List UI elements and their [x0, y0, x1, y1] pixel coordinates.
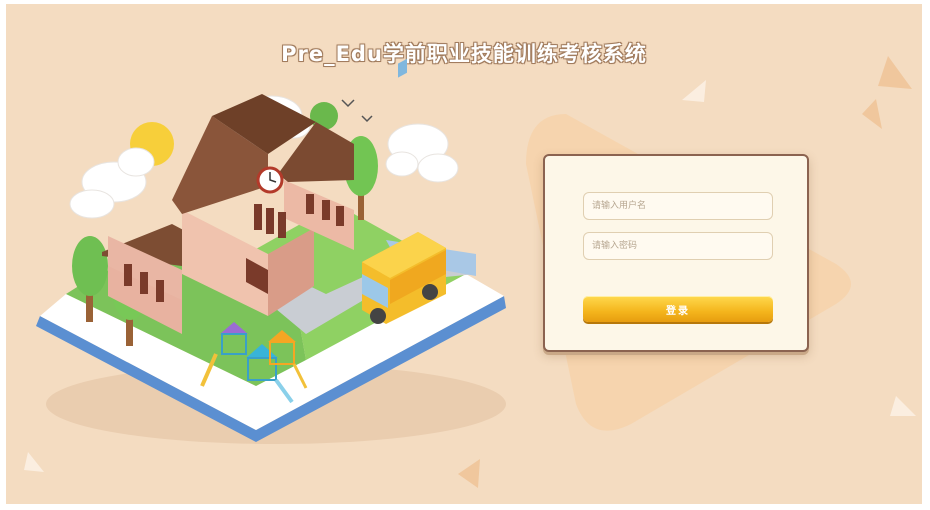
login-button[interactable]: 登录 [583, 296, 773, 322]
bird-icon [341, 99, 373, 123]
password-input[interactable] [583, 232, 773, 260]
username-input[interactable] [583, 192, 773, 220]
login-card: 登录 [543, 154, 809, 352]
cloud-icon [385, 123, 459, 183]
triangle-decor [890, 396, 916, 416]
school-on-open-book-illustration [36, 58, 506, 444]
login-page: Pre_Edu学前职业技能训练考核系统 请输入用户名 登录 [6, 4, 922, 504]
triangle-decor [682, 80, 706, 102]
triangle-decor [862, 99, 882, 129]
cloud-icon [69, 147, 155, 219]
school-bus-icon [362, 58, 446, 324]
